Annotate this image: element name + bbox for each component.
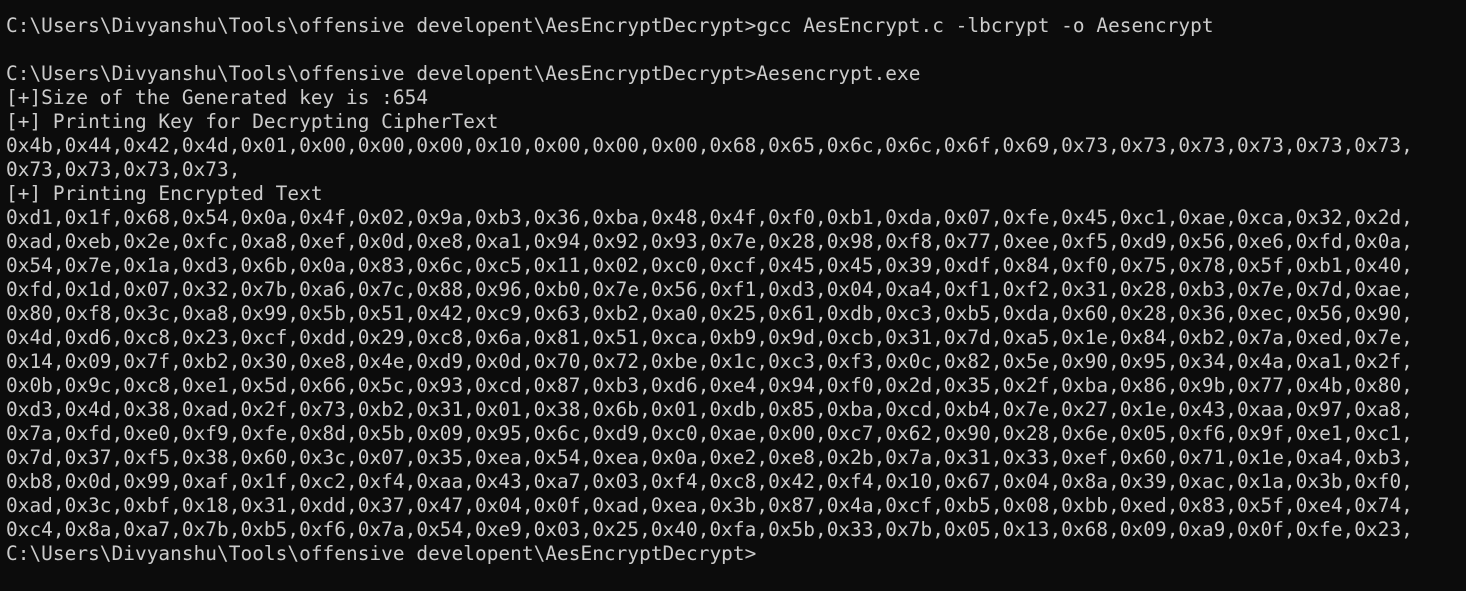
output-ciphertext-header: [+] Printing Encrypted Text [6,182,323,205]
output-ciphertext-bytes: 0x4d,0xd6,0xc8,0x23,0xcf,0xdd,0x29,0xc8,… [6,326,1413,349]
output-ciphertext-bytes: 0x7d,0x37,0xf5,0x38,0x60,0x3c,0x07,0x35,… [6,446,1413,469]
output-key-bytes: 0x73,0x73,0x73,0x73, [6,158,241,181]
output-ciphertext-bytes: 0xad,0x3c,0xbf,0x18,0x31,0xdd,0x37,0x47,… [6,494,1413,517]
command-line-compile: C:\Users\Divyanshu\Tools\offensive devel… [6,14,1214,37]
output-ciphertext-bytes: 0x54,0x7e,0x1a,0xd3,0x6b,0x0a,0x83,0x6c,… [6,254,1413,277]
output-key-header: [+] Printing Key for Decrypting CipherTe… [6,110,499,133]
terminal-window[interactable]: C:\Users\Divyanshu\Tools\offensive devel… [0,0,1466,591]
output-ciphertext-bytes: 0x0b,0x9c,0xc8,0xe1,0x5d,0x66,0x5c,0x93,… [6,374,1413,397]
output-ciphertext-bytes: 0x80,0xf8,0x3c,0xa8,0x99,0x5b,0x51,0x42,… [6,302,1413,325]
output-ciphertext-bytes: 0xb8,0x0d,0x99,0xaf,0x1f,0xc2,0xf4,0xaa,… [6,470,1413,493]
output-ciphertext-bytes: 0xd3,0x4d,0x38,0xad,0x2f,0x73,0xb2,0x31,… [6,398,1413,421]
command-prompt[interactable]: C:\Users\Divyanshu\Tools\offensive devel… [6,542,1466,566]
output-ciphertext-bytes: 0xc4,0x8a,0xa7,0x7b,0xb5,0xf6,0x7a,0x54,… [6,518,1413,541]
output-key-size: [+]Size of the Generated key is :654 [6,86,429,109]
output-ciphertext-bytes: 0xad,0xeb,0x2e,0xfc,0xa8,0xef,0x0d,0xe8,… [6,230,1413,253]
output-ciphertext-bytes: 0xd1,0x1f,0x68,0x54,0x0a,0x4f,0x02,0x9a,… [6,206,1413,229]
output-key-bytes: 0x4b,0x44,0x42,0x4d,0x01,0x00,0x00,0x00,… [6,134,1413,157]
output-ciphertext-bytes: 0xfd,0x1d,0x07,0x32,0x7b,0xa6,0x7c,0x88,… [6,278,1413,301]
output-ciphertext-bytes: 0x14,0x09,0x7f,0xb2,0x30,0xe8,0x4e,0xd9,… [6,350,1413,373]
command-line-run: C:\Users\Divyanshu\Tools\offensive devel… [6,62,921,85]
output-ciphertext-bytes: 0x7a,0xfd,0xe0,0xf9,0xfe,0x8d,0x5b,0x09,… [6,422,1413,445]
